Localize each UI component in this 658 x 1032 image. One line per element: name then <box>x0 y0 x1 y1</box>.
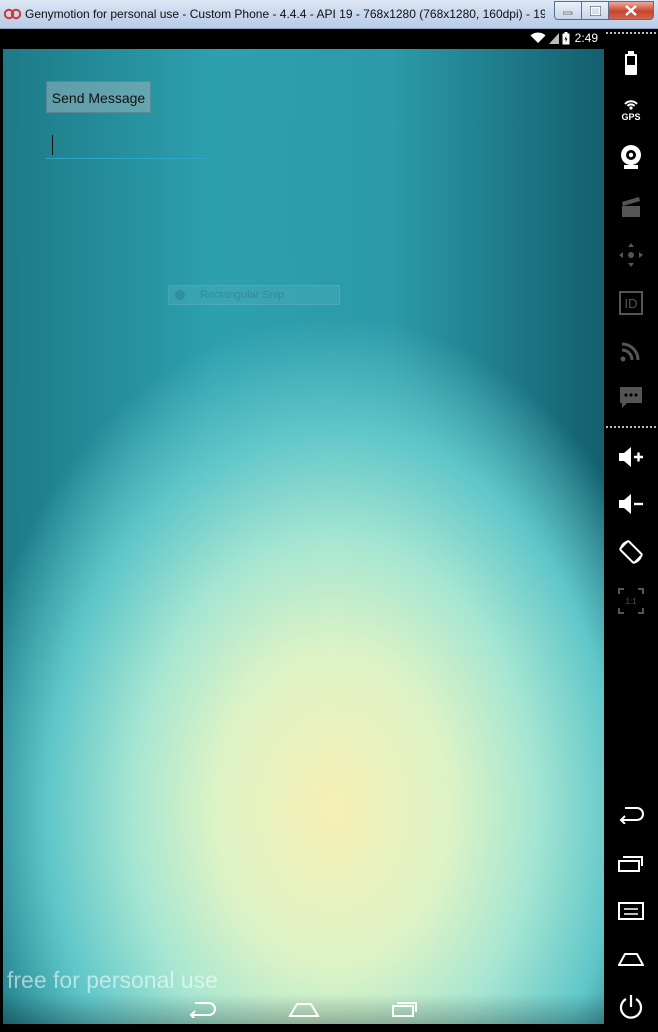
minimize-icon <box>563 11 573 14</box>
window-title: Genymotion for personal use - Custom Pho… <box>25 7 545 21</box>
text-cursor <box>52 135 53 155</box>
media-clapper-icon <box>622 197 640 217</box>
sms-tool-button[interactable] <box>615 382 647 414</box>
battery-tool-button[interactable] <box>615 47 647 79</box>
back-tool-button[interactable] <box>615 799 647 831</box>
volume-up-button[interactable] <box>615 441 647 473</box>
network-feed-icon <box>620 342 640 362</box>
scale-1-1-icon: 1:1 <box>618 588 644 614</box>
back-icon <box>619 807 644 824</box>
recent-apps-tool-button[interactable] <box>615 847 647 879</box>
close-icon <box>625 5 637 16</box>
network-tool-button[interactable] <box>615 335 647 367</box>
dpad-tool-button[interactable] <box>615 239 647 271</box>
menu-icon <box>618 902 644 920</box>
home-icon[interactable] <box>288 1000 320 1018</box>
send-message-button[interactable]: Send Message <box>46 81 151 113</box>
webcam-icon <box>621 145 641 169</box>
gps-label: GPS <box>621 112 640 121</box>
status-clock: 2:49 <box>574 31 598 45</box>
battery-icon <box>562 31 570 44</box>
menu-tool-button[interactable] <box>615 895 647 927</box>
volume-down-icon <box>619 494 643 514</box>
back-icon[interactable] <box>187 1000 217 1018</box>
toolbar-separator <box>606 32 656 34</box>
media-tool-button[interactable] <box>615 191 647 223</box>
power-icon <box>619 995 643 1019</box>
genymotion-toolbar: GPS ID 1:1 <box>604 29 658 1032</box>
volume-down-button[interactable] <box>615 488 647 520</box>
home-tool-button[interactable] <box>615 943 647 975</box>
rectangular-snip-tooltip: Rectangular Snip <box>168 285 340 305</box>
window-controls <box>554 1 654 21</box>
rotate-icon <box>619 540 643 564</box>
scale-label: 1:1 <box>625 597 637 606</box>
recent-apps-icon[interactable] <box>391 1000 419 1018</box>
status-bar: 2:49 <box>3 29 604 49</box>
home-icon <box>618 953 644 966</box>
device-screen[interactable]: 2:49 Send Message Rectangular Snip <box>3 29 604 1024</box>
scale-button[interactable]: 1:1 <box>615 585 647 617</box>
webcam-tool-button[interactable] <box>615 141 647 173</box>
device-id-icon: ID <box>619 291 643 315</box>
maximize-icon <box>589 5 601 16</box>
close-button[interactable] <box>608 1 654 20</box>
window-bottom-frame <box>0 1024 604 1032</box>
genymotion-logo-icon <box>4 8 21 20</box>
snip-label: Rectangular Snip <box>200 289 285 301</box>
device-id-tool-button[interactable]: ID <box>615 287 647 319</box>
sms-icon <box>620 387 642 408</box>
signal-icon <box>548 33 559 44</box>
gps-tool-button[interactable]: GPS <box>615 93 647 125</box>
navigation-bar <box>3 994 604 1024</box>
maximize-button[interactable] <box>581 1 608 20</box>
message-input[interactable] <box>46 133 208 159</box>
watermark-text: free for personal use <box>7 967 218 993</box>
dpad-icon <box>619 243 643 267</box>
power-tool-button[interactable] <box>615 991 647 1023</box>
toolbar-separator <box>606 426 656 428</box>
rotate-button[interactable] <box>615 536 647 568</box>
window-title-bar: Genymotion for personal use - Custom Pho… <box>0 0 658 29</box>
battery-icon <box>625 51 637 75</box>
wifi-icon <box>530 32 546 43</box>
device-id-label: ID <box>625 296 638 311</box>
minimize-button[interactable] <box>554 1 581 20</box>
volume-up-icon <box>619 447 643 467</box>
gps-icon: GPS <box>621 100 641 121</box>
recent-apps-icon <box>618 856 643 872</box>
snip-icon <box>175 290 185 300</box>
